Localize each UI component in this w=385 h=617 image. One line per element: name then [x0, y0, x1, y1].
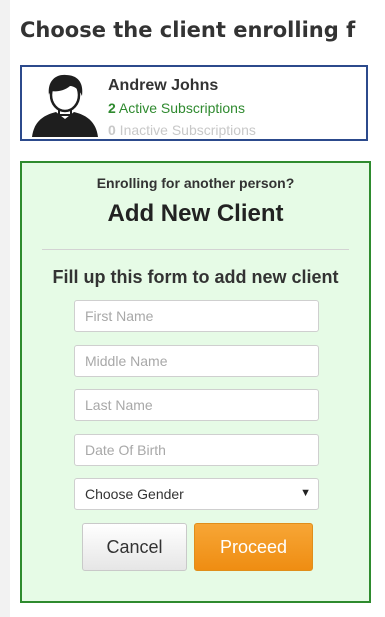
- add-new-client-panel: Enrolling for another person? Add New Cl…: [20, 161, 371, 603]
- client-card-andrew-johns[interactable]: Andrew Johns 2 Active Subscriptions 0 In…: [20, 65, 368, 141]
- inactive-label: Inactive Subscriptions: [115, 122, 256, 138]
- first-name-field[interactable]: [74, 300, 319, 332]
- inactive-subscriptions: 0 Inactive Subscriptions: [108, 122, 256, 138]
- gender-select-wrapper: Choose Gender ▼: [74, 478, 319, 510]
- date-of-birth-field[interactable]: [74, 434, 319, 466]
- left-gutter: [0, 0, 10, 617]
- divider: [42, 249, 349, 250]
- active-label: Active Subscriptions: [115, 100, 245, 116]
- inactive-count: 0: [108, 122, 116, 138]
- user-silhouette-icon: [30, 71, 100, 137]
- cancel-button[interactable]: Cancel: [82, 523, 187, 571]
- form-title: Fill up this form to add new client: [52, 267, 339, 287]
- add-new-client-title: Add New Client: [107, 200, 284, 227]
- proceed-button[interactable]: Proceed: [194, 523, 313, 571]
- gender-select[interactable]: Choose Gender: [74, 478, 319, 510]
- enrolling-question: Enrolling for another person?: [96, 175, 295, 191]
- client-name: Andrew Johns: [108, 77, 219, 94]
- middle-name-field[interactable]: [74, 345, 319, 377]
- last-name-field[interactable]: [74, 389, 319, 421]
- active-subscriptions: 2 Active Subscriptions: [108, 100, 245, 116]
- active-count: 2: [108, 100, 116, 116]
- page-heading: Choose the client enrolling f: [20, 18, 356, 42]
